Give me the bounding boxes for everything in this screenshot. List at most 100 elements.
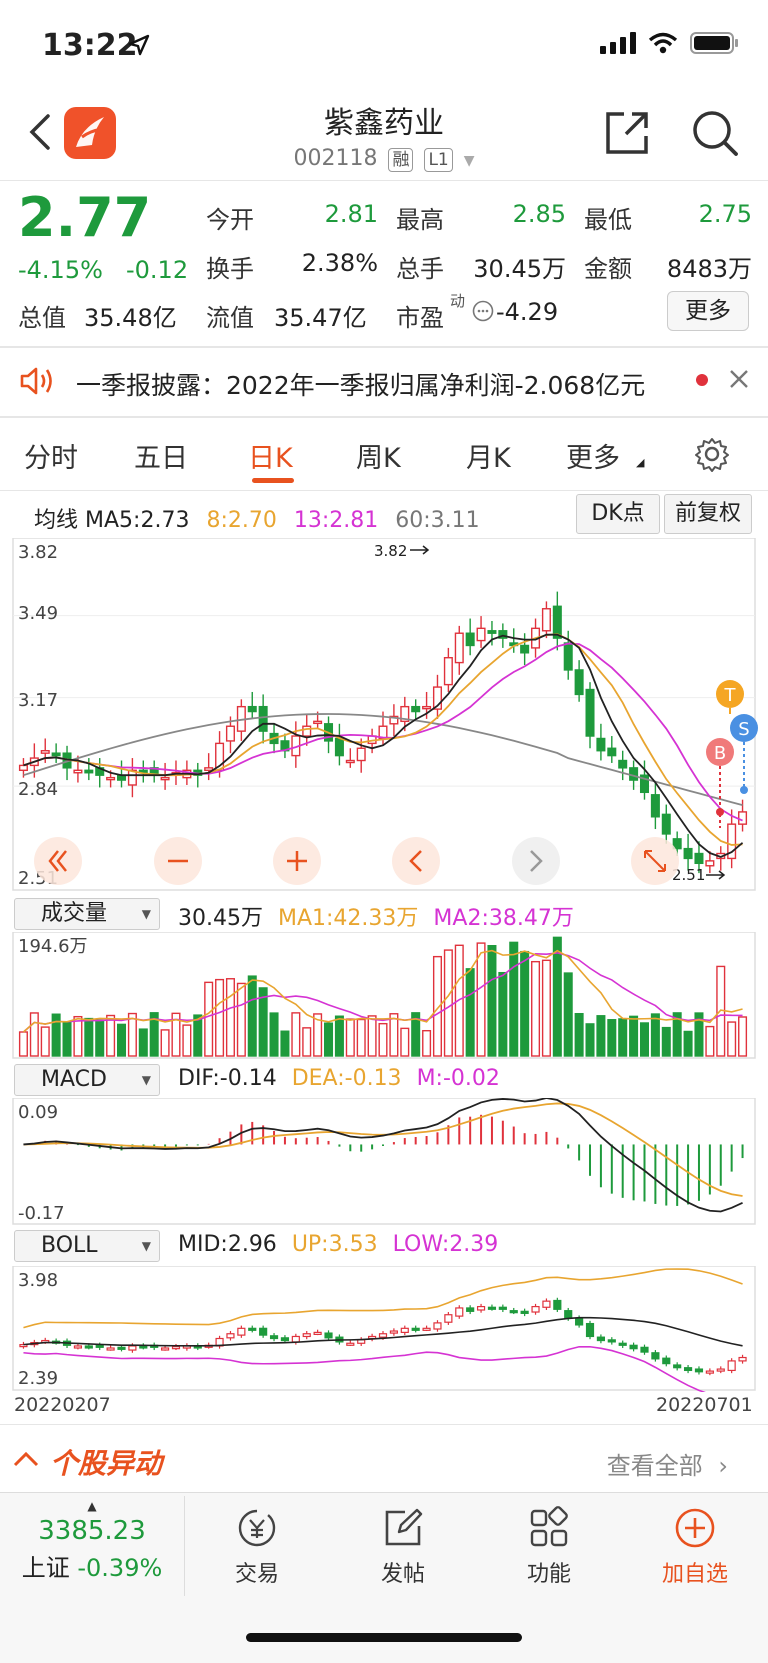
candle-body	[160, 776, 170, 781]
tab-five-day[interactable]: 五日	[134, 436, 188, 475]
volume-select-label: 成交量	[41, 901, 108, 926]
candle-body	[476, 627, 486, 642]
boll-candle-body	[542, 1300, 551, 1308]
boll-candle-body	[564, 1310, 573, 1319]
volume-today: 30.45万	[178, 906, 263, 931]
y-tick-label: 3.17	[18, 690, 58, 711]
tab-functions[interactable]: 功能	[494, 1506, 604, 1588]
boll-candle-body	[509, 1310, 518, 1314]
unread-dot	[696, 374, 708, 386]
divider	[184, 1496, 185, 1596]
volume-bar	[62, 1021, 72, 1057]
boll-chart[interactable]: 3.98 2.39	[0, 1266, 768, 1392]
tab-more-caret: ◢	[636, 456, 645, 469]
candle-body	[51, 752, 61, 757]
volume-chart[interactable]: 194.6万	[0, 932, 768, 1060]
boll-candle-body	[73, 1345, 83, 1349]
kline-chart[interactable]: 3.82 3.49 3.17 2.84 2.51 3.82 2.51 T B S	[0, 538, 768, 892]
zoom-in-button[interactable]	[273, 837, 321, 885]
candle-body	[225, 725, 235, 742]
boll-candle-body	[673, 1364, 682, 1369]
marker-t-label: T	[724, 685, 737, 706]
zoom-out-button[interactable]	[154, 837, 202, 885]
date-start: 20220207	[14, 1394, 111, 1416]
fullscreen-button[interactable]	[631, 837, 679, 885]
macd-chart[interactable]: 0.09 -0.17	[0, 1098, 768, 1226]
search-icon[interactable]	[690, 108, 740, 158]
close-icon[interactable]	[728, 368, 750, 394]
boll-candle-body	[248, 1327, 257, 1331]
grid-icon	[494, 1506, 604, 1550]
share-icon[interactable]	[602, 108, 652, 158]
scroll-left-button[interactable]	[392, 837, 440, 885]
candle-body	[629, 767, 639, 781]
volume-ma2: MA2:38.47万	[433, 906, 574, 931]
boll-candle-body	[237, 1327, 246, 1336]
tab-post[interactable]: 发帖	[348, 1506, 458, 1588]
volume-bar	[443, 949, 453, 1057]
boll-candle-body	[259, 1327, 268, 1336]
boll-candle-body	[531, 1305, 540, 1313]
volume-bar	[520, 950, 530, 1057]
volume-bar	[225, 978, 235, 1057]
tab-monthly-k[interactable]: 月K	[466, 436, 511, 475]
chevron-right-icon: ›	[718, 1452, 728, 1480]
scroll-left-fast-button[interactable]	[34, 837, 82, 885]
boll-candle-body	[95, 1344, 104, 1348]
candle-body	[661, 813, 671, 835]
volume-bar	[596, 1015, 606, 1057]
volume-max-label: 194.6万	[18, 936, 88, 957]
candle-body	[487, 630, 497, 634]
high-label: 最高	[396, 206, 444, 234]
candle-body	[574, 669, 584, 696]
volume-bar	[738, 1016, 748, 1057]
volume-bar	[498, 971, 508, 1057]
level-tag: L1	[424, 148, 453, 172]
tab-add-watchlist[interactable]: 加自选	[640, 1506, 750, 1588]
index-widget[interactable]: ▲ 3385.23 上证 -0.39%	[0, 1500, 184, 1583]
boll-up: UP:3.53	[291, 1232, 378, 1257]
candle-body	[258, 705, 268, 732]
boll-candle-body	[498, 1306, 507, 1310]
view-all-link[interactable]: 查看全部 ›	[607, 1446, 728, 1481]
tab-more[interactable]: 更多	[566, 436, 620, 475]
signal-icon	[600, 32, 636, 54]
divider	[0, 346, 768, 348]
boll-indicator-select[interactable]: BOLL ▼	[14, 1230, 160, 1262]
macd-m: M:-0.02	[416, 1066, 500, 1091]
tab-daily-k[interactable]: 日K	[248, 436, 293, 475]
volume-bar	[18, 1031, 28, 1057]
pe-superscript: 动	[450, 292, 466, 310]
macd-indicator-select[interactable]: MACD ▼	[14, 1064, 160, 1096]
boll-candle-body	[128, 1345, 137, 1351]
tab-weekly-k[interactable]: 周K	[356, 436, 401, 475]
settings-icon[interactable]	[694, 436, 730, 476]
stock-movers-title: 个股异动	[50, 1447, 163, 1480]
boll-candle-body	[705, 1370, 714, 1374]
volume-label: 总手	[396, 255, 444, 283]
collapse-icon[interactable]	[12, 1448, 40, 1474]
boll-candle-body	[727, 1360, 736, 1372]
divider	[0, 1424, 768, 1425]
boll-candle-body	[640, 1346, 649, 1353]
volume-value: 30.45万	[473, 255, 566, 283]
volume-bar	[422, 1029, 432, 1057]
info-icon[interactable]	[472, 300, 494, 326]
dropdown-icon[interactable]: ▼	[464, 153, 475, 169]
macd-dea: DEA:-0.13	[291, 1066, 402, 1091]
boll-candle-body	[117, 1346, 126, 1350]
boll-candle-body	[466, 1307, 475, 1312]
volume-bar	[236, 982, 246, 1057]
tab-intraday[interactable]: 分时	[24, 436, 78, 475]
volume-bar	[607, 1019, 617, 1057]
dk-points-button[interactable]: DK点	[576, 494, 660, 534]
more-quote-button[interactable]: 更多	[667, 291, 749, 331]
scroll-right-button[interactable]	[512, 837, 560, 885]
volume-bar	[160, 1029, 170, 1057]
price-adjust-button[interactable]: 前复权	[664, 494, 752, 534]
volume-indicator-select[interactable]: 成交量 ▼	[14, 898, 160, 930]
news-ticker[interactable]: 一季报披露：2022年一季报归属净利润-2.068亿元	[76, 366, 666, 402]
index-name: 上证	[21, 1554, 70, 1582]
volume-bar	[324, 1022, 334, 1057]
tab-trade[interactable]: 交易	[202, 1506, 312, 1588]
